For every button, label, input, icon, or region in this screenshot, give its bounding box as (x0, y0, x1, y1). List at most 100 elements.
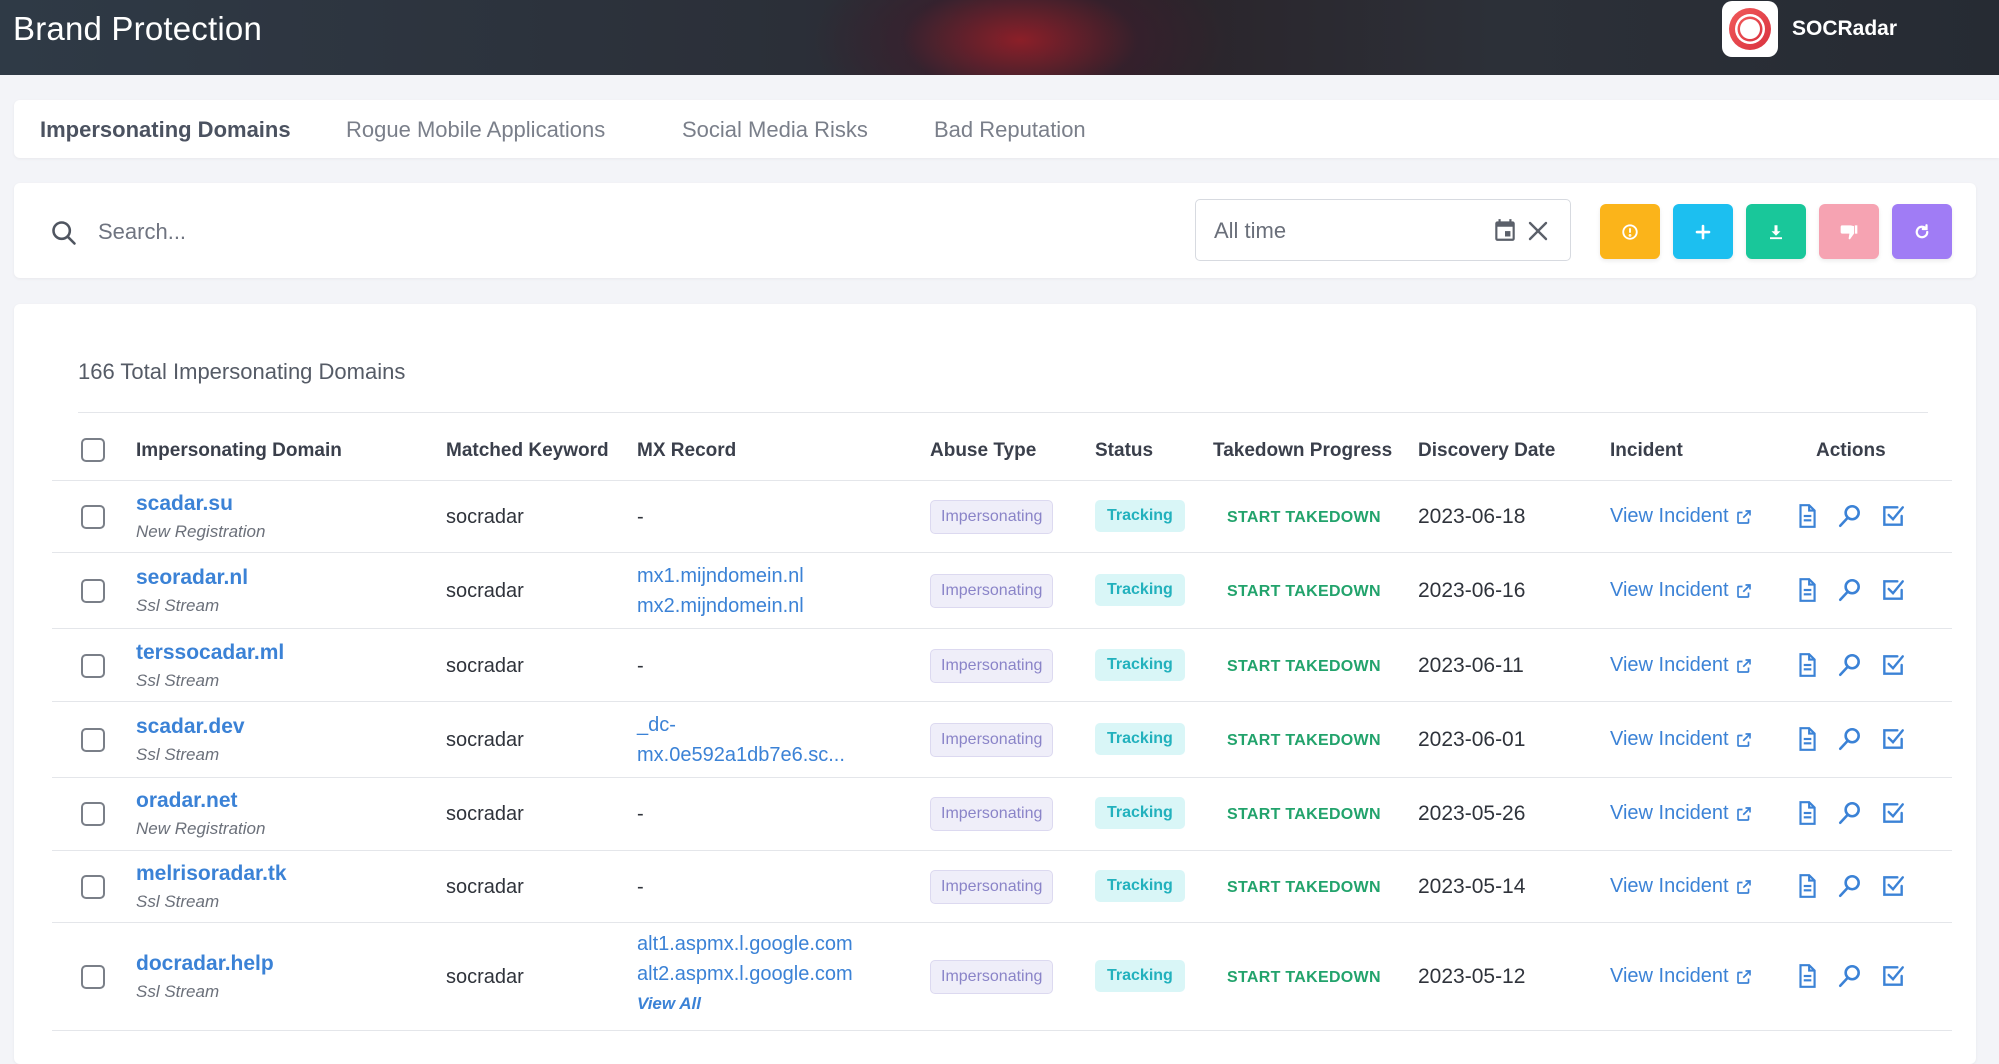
close-icon[interactable] (1526, 219, 1550, 248)
document-icon[interactable] (1794, 577, 1820, 603)
checkbox-marked-icon[interactable] (1880, 963, 1906, 989)
document-icon[interactable] (1794, 726, 1820, 752)
status-badge: Tracking (1095, 870, 1185, 902)
view-incident-link[interactable]: View Incident (1610, 802, 1753, 825)
view-incident-link[interactable]: View Incident (1610, 505, 1753, 528)
domain-link[interactable]: scadar.su (136, 492, 233, 516)
col-takedown-progress[interactable]: Takedown Progress (1213, 440, 1392, 462)
col-incident[interactable]: Incident (1610, 440, 1683, 462)
mx-record-link[interactable]: mx2.mijndomein.nl (637, 591, 804, 621)
discovery-date: 2023-05-26 (1418, 802, 1526, 825)
col-abuse-type[interactable]: Abuse Type (930, 440, 1036, 462)
checkbox-marked-icon[interactable] (1880, 873, 1906, 899)
mx-record-link[interactable]: mx.0e592a1db7e6.sc... (637, 740, 845, 770)
date-filter[interactable]: All time (1195, 199, 1571, 261)
search-zoom-icon[interactable] (1837, 873, 1863, 899)
view-incident-link[interactable]: View Incident (1610, 728, 1753, 751)
add-button[interactable] (1673, 204, 1733, 259)
view-incident-link[interactable]: View Incident (1610, 875, 1753, 898)
refresh-button[interactable] (1892, 204, 1952, 259)
view-incident-link[interactable]: View Incident (1610, 965, 1753, 988)
mx-record-link[interactable]: _dc- (637, 710, 845, 740)
mx-record-link[interactable]: alt2.aspmx.l.google.com (637, 959, 853, 989)
view-incident-link[interactable]: View Incident (1610, 654, 1753, 677)
search-zoom-icon[interactable] (1837, 577, 1863, 603)
mx-record: - (637, 506, 644, 528)
start-takedown-button[interactable]: START TAKEDOWN (1227, 583, 1381, 601)
mx-record-link[interactable]: mx1.mijndomein.nl (637, 561, 804, 591)
row-checkbox[interactable] (81, 579, 105, 603)
view-all-link[interactable]: View All (637, 989, 853, 1019)
download-button[interactable] (1746, 204, 1806, 259)
divider (52, 701, 1952, 702)
domain-link[interactable]: scadar.dev (136, 715, 245, 739)
checkbox-marked-icon[interactable] (1880, 800, 1906, 826)
search-zoom-icon[interactable] (1837, 800, 1863, 826)
col-mx-record[interactable]: MX Record (637, 440, 736, 462)
col-matched-keyword[interactable]: Matched Keyword (446, 440, 609, 462)
row-checkbox[interactable] (81, 505, 105, 529)
matched-keyword: socradar (446, 655, 524, 677)
tab-bad-reputation[interactable]: Bad Reputation (934, 100, 1086, 158)
start-takedown-button[interactable]: START TAKEDOWN (1227, 879, 1381, 897)
document-icon[interactable] (1794, 963, 1820, 989)
mx-record-link[interactable]: alt1.aspmx.l.google.com (637, 929, 853, 959)
total-count: 166 Total Impersonating Domains (78, 359, 406, 384)
date-filter-value: All time (1214, 218, 1287, 243)
checkbox-marked-icon[interactable] (1880, 726, 1906, 752)
dislike-button[interactable] (1819, 204, 1879, 259)
search-zoom-icon[interactable] (1837, 652, 1863, 678)
info-button[interactable] (1600, 204, 1660, 259)
row-checkbox[interactable] (81, 802, 105, 826)
domain-link[interactable]: seoradar.nl (136, 566, 248, 590)
select-all-checkbox[interactable] (81, 438, 105, 462)
calendar-icon[interactable] (1492, 217, 1518, 248)
start-takedown-button[interactable]: START TAKEDOWN (1227, 658, 1381, 676)
document-icon[interactable] (1794, 652, 1820, 678)
col-impersonating-domain[interactable]: Impersonating Domain (136, 440, 342, 462)
brand[interactable]: SOCRadar (1722, 0, 1897, 58)
checkbox-marked-icon[interactable] (1880, 503, 1906, 529)
external-link-icon (1736, 732, 1751, 747)
row-checkbox[interactable] (81, 965, 105, 989)
view-incident-link[interactable]: View Incident (1610, 579, 1753, 602)
top-header: Brand Protection SOCRadar (0, 0, 1999, 75)
col-status[interactable]: Status (1095, 440, 1153, 462)
abuse-type-badge: Impersonating (930, 500, 1054, 534)
abuse-type-badge: Impersonating (930, 960, 1054, 994)
status-badge: Tracking (1095, 574, 1185, 606)
domain-link[interactable]: melrisoradar.tk (136, 862, 287, 886)
start-takedown-button[interactable]: START TAKEDOWN (1227, 806, 1381, 824)
matched-keyword: socradar (446, 966, 524, 988)
document-icon[interactable] (1794, 503, 1820, 529)
domain-source: New Registration (136, 522, 266, 541)
view-incident-label: View Incident (1610, 728, 1729, 750)
start-takedown-button[interactable]: START TAKEDOWN (1227, 732, 1381, 750)
checkbox-marked-icon[interactable] (1880, 652, 1906, 678)
search-zoom-icon[interactable] (1837, 726, 1863, 752)
document-icon[interactable] (1794, 873, 1820, 899)
col-discovery-date[interactable]: Discovery Date (1418, 440, 1555, 462)
tab-rogue-mobile-applications[interactable]: Rogue Mobile Applications (346, 100, 605, 158)
search-input[interactable] (96, 211, 1000, 253)
search-zoom-icon[interactable] (1837, 963, 1863, 989)
document-icon[interactable] (1794, 800, 1820, 826)
domain-link[interactable]: oradar.net (136, 789, 238, 813)
external-link-icon (1736, 806, 1751, 821)
row-checkbox[interactable] (81, 654, 105, 678)
matched-keyword: socradar (446, 803, 524, 825)
domain-link[interactable]: docradar.help (136, 952, 274, 976)
row-checkbox[interactable] (81, 728, 105, 752)
external-link-icon (1736, 658, 1751, 673)
domain-link[interactable]: terssocadar.ml (136, 641, 284, 665)
divider (52, 480, 1952, 481)
divider (78, 412, 1928, 413)
start-takedown-button[interactable]: START TAKEDOWN (1227, 509, 1381, 527)
search-zoom-icon[interactable] (1837, 503, 1863, 529)
start-takedown-button[interactable]: START TAKEDOWN (1227, 969, 1381, 987)
row-checkbox[interactable] (81, 875, 105, 899)
refresh-icon (1915, 223, 1929, 238)
tab-impersonating-domains[interactable]: Impersonating Domains (40, 100, 291, 158)
checkbox-marked-icon[interactable] (1880, 577, 1906, 603)
tab-social-media-risks[interactable]: Social Media Risks (682, 100, 868, 158)
